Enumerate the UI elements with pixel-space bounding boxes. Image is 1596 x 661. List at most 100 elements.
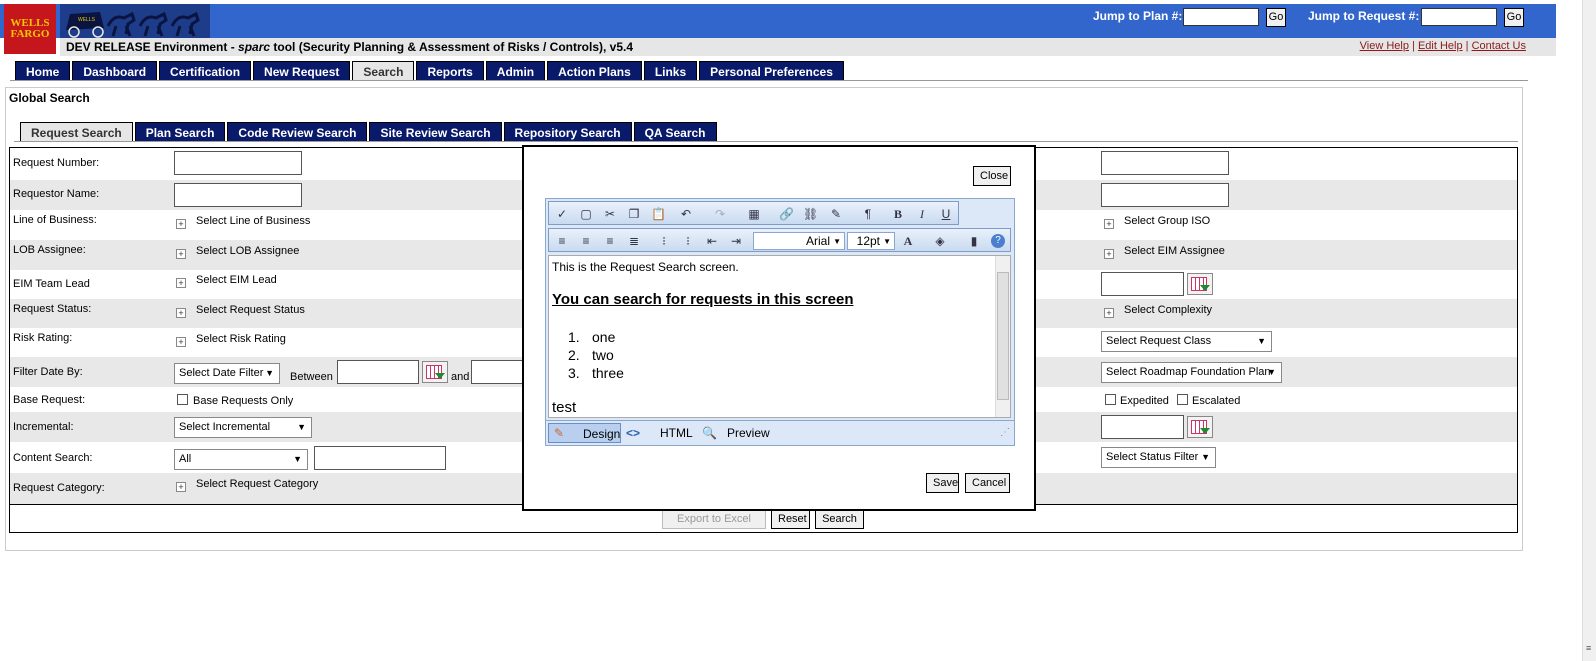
expand-icon[interactable]: +: [176, 308, 186, 318]
roadmap-select[interactable]: Select Roadmap Foundation Plan ▼: [1101, 362, 1282, 383]
expedited-checkbox[interactable]: [1105, 394, 1116, 405]
paragraph-icon[interactable]: ¶: [861, 207, 875, 221]
nav-tab-new-request[interactable]: New Request: [253, 61, 351, 80]
nav-tab-admin[interactable]: Admin: [485, 61, 546, 80]
preview-mode-tab[interactable]: Preview: [727, 423, 770, 443]
align-center-icon[interactable]: ≡: [579, 234, 593, 248]
calendar-icon[interactable]: [422, 361, 448, 383]
nav-tab-action-plans[interactable]: Action Plans: [547, 61, 642, 80]
paste-icon[interactable]: 📋: [651, 207, 666, 221]
close-button[interactable]: Close: [973, 166, 1011, 186]
nav-tab-search[interactable]: Search: [352, 61, 415, 80]
help-icon[interactable]: ?: [991, 234, 1005, 248]
select-lob-assignee-link[interactable]: Select LOB Assignee: [196, 245, 299, 257]
outdent-icon[interactable]: ⇤: [705, 234, 719, 248]
nav-tab-home[interactable]: Home: [15, 61, 71, 80]
italic-icon[interactable]: I: [915, 207, 929, 221]
select-group-iso-link[interactable]: Select Group ISO: [1124, 215, 1210, 227]
numbered-list-icon[interactable]: ⁝: [657, 234, 671, 248]
select-request-status-link[interactable]: Select Request Status: [196, 304, 305, 316]
scroll-thumb[interactable]: [997, 272, 1009, 400]
hyperlink-icon[interactable]: 🔗: [779, 207, 794, 221]
align-right-icon[interactable]: ≡: [603, 234, 617, 248]
tab-site-review-search[interactable]: Site Review Search: [369, 122, 502, 141]
incremental-select[interactable]: Select Incremental ▼: [174, 417, 312, 438]
requestor-name-input[interactable]: [174, 183, 302, 207]
jump-request-go-button[interactable]: Go: [1504, 8, 1524, 27]
request-class-select[interactable]: Select Request Class ▼: [1101, 331, 1272, 352]
highlight-color-icon[interactable]: ◈: [933, 234, 947, 248]
search-button[interactable]: Search: [815, 509, 864, 529]
export-to-excel-button[interactable]: Export to Excel: [662, 509, 766, 529]
jump-plan-go-button[interactable]: Go: [1266, 8, 1286, 27]
editor-content-area[interactable]: This is the Request Search screen. You c…: [548, 255, 1011, 418]
expand-icon[interactable]: +: [176, 337, 186, 347]
cut-icon[interactable]: ✂: [603, 207, 617, 221]
expand-icon[interactable]: +: [1104, 219, 1114, 229]
nav-tab-reports[interactable]: Reports: [416, 61, 484, 80]
tab-request-search[interactable]: Request Search: [20, 122, 133, 141]
escalated-checkbox[interactable]: [1177, 394, 1188, 405]
base-requests-checkbox[interactable]: [177, 394, 188, 405]
date-from-input[interactable]: [337, 360, 419, 384]
format-stripper-icon[interactable]: ✎: [829, 207, 843, 221]
save-button[interactable]: Save: [926, 473, 959, 493]
reset-button[interactable]: Reset: [771, 509, 810, 529]
expand-icon[interactable]: +: [176, 249, 186, 259]
expand-icon[interactable]: +: [176, 219, 186, 229]
edit-help-link[interactable]: Edit Help: [1418, 40, 1463, 52]
font-size-select[interactable]: 12pt ▼: [847, 232, 895, 250]
select-eim-assignee-link[interactable]: Select EIM Assignee: [1124, 245, 1225, 257]
underline-icon[interactable]: U: [939, 207, 953, 221]
nav-tab-dashboard[interactable]: Dashboard: [72, 61, 158, 80]
nav-tab-personal-preferences[interactable]: Personal Preferences: [699, 61, 844, 80]
expand-icon[interactable]: +: [1104, 308, 1114, 318]
view-help-link[interactable]: View Help: [1360, 40, 1409, 52]
nav-tab-certification[interactable]: Certification: [159, 61, 252, 80]
indent-icon[interactable]: ⇥: [729, 234, 743, 248]
table-icon[interactable]: ▦: [747, 207, 761, 221]
spellcheck-icon[interactable]: ✓: [555, 207, 569, 221]
jump-request-input[interactable]: [1421, 8, 1497, 26]
page-scrollbar[interactable]: ≡: [1582, 0, 1596, 661]
right-input-2[interactable]: [1101, 183, 1229, 207]
content-search-select[interactable]: All ▼: [174, 449, 308, 470]
unlink-icon[interactable]: ⛓: [803, 207, 818, 221]
jump-plan-input[interactable]: [1183, 8, 1259, 26]
calendar-icon[interactable]: [1187, 416, 1213, 438]
expand-icon[interactable]: +: [1104, 249, 1114, 259]
select-eim-lead-link[interactable]: Select EIM Lead: [196, 274, 277, 286]
undo-icon[interactable]: ↶: [679, 207, 693, 221]
justify-icon[interactable]: ≣: [627, 234, 641, 248]
right-date-input[interactable]: [1101, 272, 1184, 296]
bullet-list-icon[interactable]: ⁝: [681, 234, 695, 248]
right-date-input-2[interactable]: [1101, 415, 1184, 439]
tab-code-review-search[interactable]: Code Review Search: [227, 122, 368, 141]
calendar-icon[interactable]: [1187, 273, 1213, 295]
align-left-icon[interactable]: ≡: [555, 234, 569, 248]
select-all-icon[interactable]: ▢: [579, 207, 593, 221]
contact-us-link[interactable]: Contact Us: [1472, 40, 1526, 52]
html-mode-tab[interactable]: HTML: [660, 423, 693, 443]
date-to-input[interactable]: [471, 360, 523, 384]
select-lob-link[interactable]: Select Line of Business: [196, 215, 310, 227]
resize-grip-icon[interactable]: ⋰: [1000, 423, 1010, 443]
copy-icon[interactable]: ❐: [627, 207, 641, 221]
select-risk-rating-link[interactable]: Select Risk Rating: [196, 333, 286, 345]
date-filter-select[interactable]: Select Date Filter ▼: [174, 363, 280, 384]
font-color-icon[interactable]: A: [901, 234, 915, 248]
content-search-input[interactable]: [314, 446, 446, 470]
tab-qa-search[interactable]: QA Search: [633, 122, 717, 141]
editor-scrollbar[interactable]: [995, 256, 1010, 417]
expand-icon[interactable]: +: [176, 278, 186, 288]
request-number-input[interactable]: [174, 151, 302, 175]
redo-icon[interactable]: ↷: [713, 207, 727, 221]
cancel-button[interactable]: Cancel: [965, 473, 1010, 493]
font-name-select[interactable]: Arial ▼: [753, 232, 845, 250]
right-input-1[interactable]: [1101, 151, 1229, 175]
media-icon[interactable]: ▮: [967, 234, 981, 248]
tab-plan-search[interactable]: Plan Search: [134, 122, 226, 141]
expand-icon[interactable]: +: [176, 482, 186, 492]
nav-tab-links[interactable]: Links: [643, 61, 698, 80]
tab-repository-search[interactable]: Repository Search: [503, 122, 632, 141]
